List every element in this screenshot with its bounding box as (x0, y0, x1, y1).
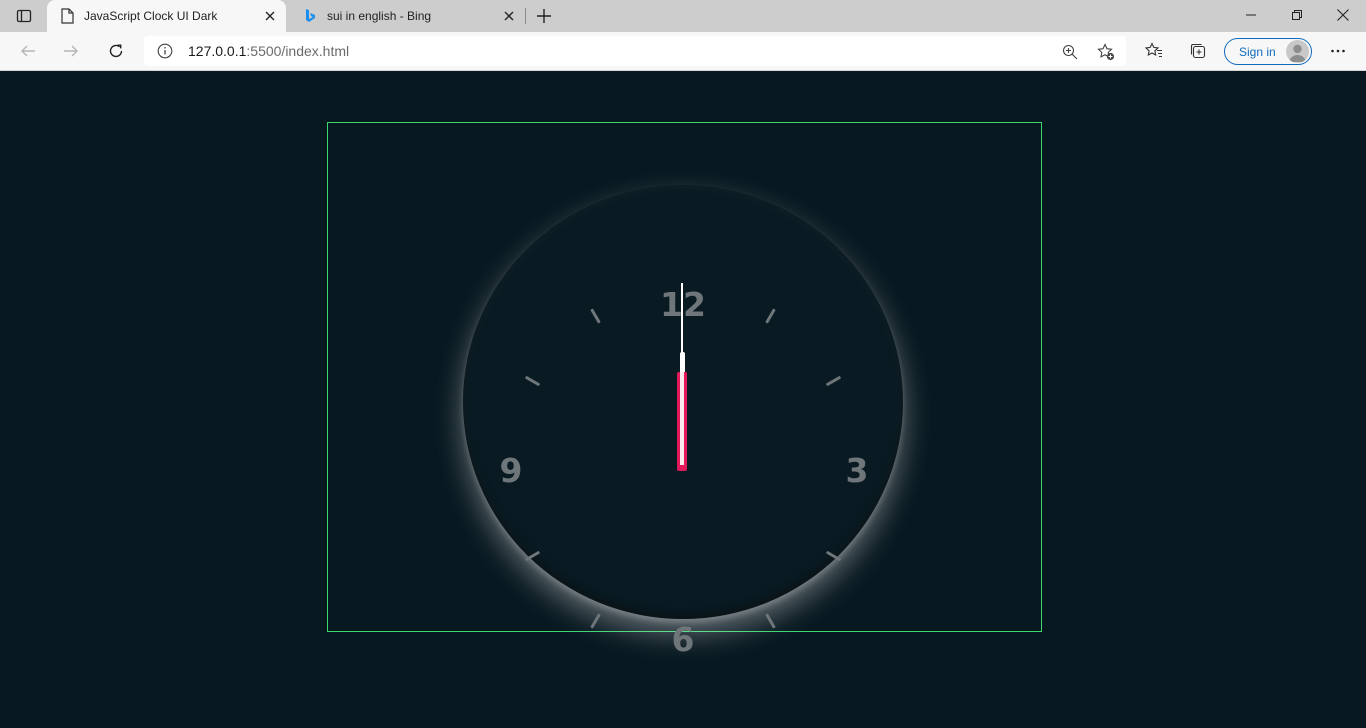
tab-javascript-clock[interactable]: JavaScript Clock UI Dark (47, 0, 286, 32)
sign-in-button[interactable]: Sign in (1224, 38, 1312, 65)
minimize-button[interactable] (1228, 0, 1274, 30)
close-icon (1337, 9, 1349, 21)
more-menu-button[interactable] (1324, 38, 1352, 64)
numeral-9: 9 (499, 451, 523, 490)
favorites-icon (1145, 42, 1162, 58)
back-button[interactable] (14, 38, 42, 64)
close-tab-icon[interactable] (501, 8, 517, 24)
page-content: 12 3 6 9 (0, 71, 1366, 728)
favorites-button[interactable] (1140, 38, 1168, 64)
url-host: 127.0.0.1 (188, 43, 247, 59)
tab-actions-button[interactable] (8, 5, 40, 27)
tab-title: sui in english - Bing (327, 9, 432, 23)
forward-button[interactable] (57, 38, 85, 64)
collections-button[interactable] (1184, 38, 1212, 64)
tab-separator (525, 8, 526, 24)
new-tab-button[interactable] (534, 6, 554, 26)
minute-hand-overlay (680, 365, 684, 465)
refresh-button[interactable] (102, 38, 130, 64)
tab-title: JavaScript Clock UI Dark (84, 9, 218, 23)
address-bar[interactable]: 127.0.0.1:5500/index.html (144, 36, 1126, 66)
info-icon[interactable] (156, 42, 174, 60)
add-favorite-icon[interactable] (1096, 42, 1116, 62)
tick-2 (825, 375, 842, 387)
clock-face: 12 3 6 9 (463, 185, 903, 658)
numeral-12: 12 (660, 285, 706, 324)
collections-icon (1190, 43, 1206, 59)
tick-11 (590, 308, 601, 324)
close-window-button[interactable] (1320, 0, 1366, 30)
restore-icon (1292, 10, 1302, 20)
tick-10 (524, 375, 541, 387)
restore-button[interactable] (1274, 0, 1320, 30)
numeral-3: 3 (845, 451, 869, 490)
numeral-6: 6 (671, 620, 695, 659)
browser-toolbar: 127.0.0.1:5500/index.html Sign in (0, 32, 1366, 71)
zoom-icon[interactable] (1060, 42, 1080, 62)
avatar (1286, 40, 1309, 63)
plus-icon (537, 9, 551, 23)
arrow-left-icon (21, 45, 35, 57)
tab-strip: JavaScript Clock UI Dark sui in english … (0, 0, 1366, 32)
close-tab-icon[interactable] (262, 8, 278, 24)
more-icon (1331, 49, 1345, 53)
refresh-icon (109, 44, 123, 58)
page-icon (59, 8, 75, 24)
url-path: :5500/index.html (246, 43, 350, 59)
minimize-icon (1246, 14, 1256, 16)
tab-bing[interactable]: sui in english - Bing (290, 0, 525, 32)
tick-1 (765, 308, 776, 324)
url-text[interactable]: 127.0.0.1:5500/index.html (188, 43, 349, 59)
tab-actions-icon (16, 9, 32, 23)
profile-icon (1289, 44, 1306, 62)
arrow-right-icon (64, 45, 78, 57)
bing-icon (302, 8, 318, 24)
tick-8 (524, 550, 541, 562)
sign-in-label: Sign in (1239, 44, 1276, 59)
